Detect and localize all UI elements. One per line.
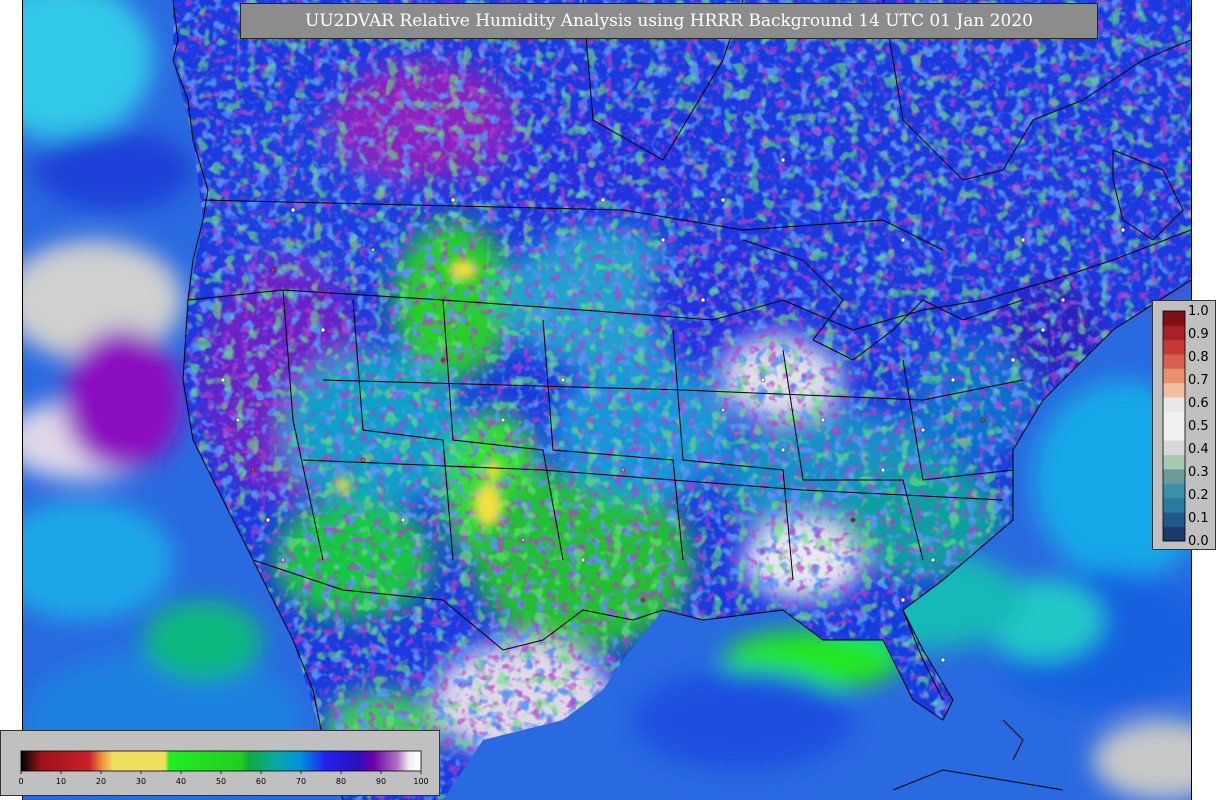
rh-colorbar-tick-label: 10 <box>56 777 66 786</box>
station-colorbar-canvas: 0.0 0.1 0.2 0.3 0.4 0.5 0.6 0.7 0.8 0.9 1.0 <box>1162 304 1209 549</box>
station-colorbar-tick-label: 0.6 <box>1188 396 1209 411</box>
rh-colorbar-canvas: 0 10 20 30 40 50 60 70 80 90 100 <box>18 750 429 786</box>
station-colorbar-tick-label: 0.8 <box>1188 350 1209 365</box>
map-canvas <box>23 0 1191 800</box>
station-colorbar-swatch <box>1163 454 1185 470</box>
station-colorbar-tick-label: 1.0 <box>1188 304 1209 319</box>
station-colorbar-tick-label: 0.4 <box>1188 442 1209 457</box>
station-colorbar-swatch <box>1163 411 1185 427</box>
station-colorbar-swatch <box>1163 325 1185 341</box>
rh-colorbar-tick-label: 60 <box>256 777 266 786</box>
station-colorbar-tick-label: 0.7 <box>1188 373 1209 388</box>
station-colorbar-swatch <box>1163 526 1185 542</box>
station-colorbar-swatch <box>1163 382 1185 398</box>
station-colorbar-swatches <box>1162 310 1186 542</box>
station-colorbar-swatch <box>1163 469 1185 484</box>
station-colorbar-swatch <box>1163 397 1185 412</box>
station-colorbar-tick-label: 0.9 <box>1188 327 1209 342</box>
station-colorbar-ticks: 0.0 0.1 0.2 0.3 0.4 0.5 0.6 0.7 0.8 0.9 1.0 <box>1188 304 1209 549</box>
rh-colorbar-tick-label: 30 <box>136 777 146 786</box>
station-colorbar-swatch <box>1163 426 1185 441</box>
rh-colorbar-tick-label: 20 <box>96 777 106 786</box>
rh-colorbar-tick-label: 90 <box>376 777 386 786</box>
rh-colorbar-tick-label: 100 <box>413 777 428 786</box>
station-colorbar-tick-label: 0.5 <box>1188 419 1209 434</box>
station-colorbar-swatch <box>1163 512 1185 527</box>
station-colorbar-swatch <box>1163 368 1185 384</box>
rh-colorbar-ticks: 0 10 20 30 40 50 60 70 80 90 100 <box>18 771 429 786</box>
station-colorbar-tick-label: 0.0 <box>1188 534 1209 549</box>
rh-colorbar-tick-label: 80 <box>336 777 346 786</box>
rh-colorbar: 0 10 20 30 40 50 60 70 80 90 100 <box>0 730 440 796</box>
rh-colorbar-tick-label: 40 <box>176 777 186 786</box>
station-colorbar-swatch <box>1163 483 1185 499</box>
station-colorbar-swatch <box>1163 354 1185 369</box>
rh-colorbar-tick-label: 70 <box>296 777 306 786</box>
rh-colorbar-gradient <box>20 750 422 772</box>
station-colorbar-tick-label: 0.2 <box>1188 488 1209 503</box>
humidity-map <box>22 0 1192 800</box>
rh-colorbar-tick-label: 50 <box>216 777 226 786</box>
rh-colorbar-tick-label: 0 <box>18 777 23 786</box>
station-colorbar-swatch <box>1163 497 1185 513</box>
station-colorbar: 0.0 0.1 0.2 0.3 0.4 0.5 0.6 0.7 0.8 0.9 1.0 <box>1152 300 1216 550</box>
station-colorbar-swatch <box>1163 339 1185 355</box>
station-colorbar-tick-label: 0.1 <box>1188 511 1209 526</box>
station-colorbar-tick-label: 0.3 <box>1188 465 1209 480</box>
station-colorbar-swatch <box>1163 311 1185 326</box>
station-colorbar-swatch <box>1163 440 1185 456</box>
map-title: UU2DVAR Relative Humidity Analysis using… <box>240 3 1098 39</box>
